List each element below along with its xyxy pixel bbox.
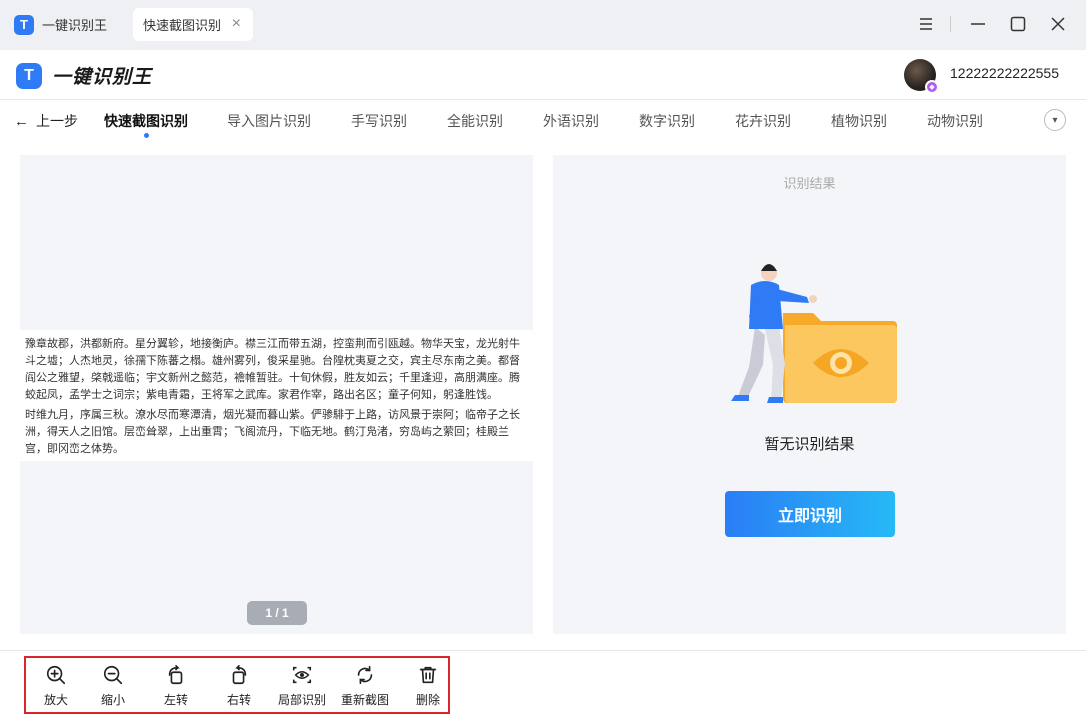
nav-item-handwriting[interactable]: 手写识别 — [351, 111, 407, 131]
rotate-right-icon — [232, 665, 247, 685]
chevron-down-icon[interactable]: ▾ — [1044, 109, 1066, 131]
delete-label: 删除 — [415, 693, 440, 707]
back-button[interactable]: ← 上一步 — [14, 111, 78, 131]
screenshot-preview-panel: 豫章故郡，洪都新府。星分翼轸，地接衡庐。襟三江而带五湖，控蛮荆而引瓯越。物华天宝… — [20, 155, 533, 634]
partial-recognize-button[interactable]: 局部识别 — [272, 664, 332, 708]
close-window-icon[interactable] — [1046, 12, 1070, 36]
app-tab-label: 一键识别王 — [42, 18, 108, 33]
minimize-icon[interactable] — [966, 12, 990, 36]
function-nav: ← 上一步 快速截图识别 导入图片识别 手写识别 全能识别 外语识别 数字识别 … — [0, 101, 1086, 139]
zoom-out-label: 缩小 — [100, 693, 125, 707]
menu-icon[interactable] — [914, 12, 938, 36]
page-indicator: 1 / 1 — [247, 601, 307, 625]
back-label: 上一步 — [36, 113, 78, 129]
title-bar: T 一键识别王 快速截图识别 × — [0, 0, 1086, 50]
nav-item-quick-screenshot[interactable]: 快速截图识别 — [104, 111, 188, 138]
zoom-out-icon — [103, 665, 123, 685]
app-logo-icon: T — [14, 14, 34, 35]
refresh-icon — [357, 665, 373, 685]
nav-item-flowers[interactable]: 花卉识别 — [735, 111, 791, 131]
app-header: T 一键识别王 ◆ 12222222222555 — [0, 50, 1086, 100]
footer-divider — [0, 650, 1086, 651]
tab-close-icon[interactable]: × — [232, 15, 241, 33]
rotate-right-label: 右转 — [226, 693, 251, 707]
maximize-icon[interactable] — [1006, 12, 1030, 36]
nav-item-all-purpose[interactable]: 全能识别 — [447, 111, 503, 131]
result-panel: 识别结果 暂无识别结果 立即识别 — [553, 155, 1066, 634]
username[interactable]: 12222222222555 — [950, 65, 1059, 81]
partial-recognize-label: 局部识别 — [277, 693, 326, 707]
empty-result-illustration — [731, 264, 897, 403]
zoom-in-button[interactable]: 放大 — [26, 664, 86, 708]
image-toolbar: 放大 缩小 左转 右转 局部识别 重新截图 删除 — [24, 656, 450, 714]
delete-button[interactable]: 删除 — [398, 664, 458, 708]
active-tab-label: 快速截图识别 — [143, 18, 222, 33]
retake-screenshot-label: 重新截图 — [340, 693, 389, 707]
brand-logo-icon: T — [16, 62, 42, 89]
nav-item-digits[interactable]: 数字识别 — [639, 111, 695, 131]
brand: T 一键识别王 — [16, 62, 152, 89]
result-title: 识别结果 — [783, 176, 836, 191]
rotate-right-button[interactable]: 右转 — [209, 664, 269, 708]
retake-screenshot-button[interactable]: 重新截图 — [335, 664, 395, 708]
arrow-left-icon: ← — [14, 112, 29, 130]
recognize-now-button[interactable]: 立即识别 — [725, 491, 895, 537]
rotate-left-button[interactable]: 左转 — [146, 664, 206, 708]
nav-item-animals[interactable]: 动物识别 — [927, 111, 983, 131]
zoom-out-button[interactable]: 缩小 — [83, 664, 143, 708]
vip-badge-icon: ◆ — [925, 80, 939, 94]
avatar[interactable]: ◆ — [904, 59, 939, 94]
rotate-left-label: 左转 — [163, 693, 188, 707]
nav-item-import-image[interactable]: 导入图片识别 — [227, 111, 311, 131]
document-paragraph: 时维九月，序属三秋。潦水尽而寒潭清，烟光凝而暮山紫。俨骖騑于上路，访风景于崇阿；… — [25, 409, 520, 455]
app-tab[interactable]: T 一键识别王 — [14, 8, 107, 41]
trash-icon — [419, 666, 437, 684]
titlebar-divider — [950, 16, 951, 32]
brand-name: 一键识别王 — [52, 67, 153, 88]
screenshot-content: 豫章故郡，洪都新府。星分翼轸，地接衡庐。襟三江而带五湖，控蛮荆而引瓯越。物华天宝… — [20, 330, 533, 461]
empty-result-text: 暂无识别结果 — [764, 436, 855, 453]
zoom-in-icon — [46, 665, 66, 685]
zoom-in-label: 放大 — [43, 693, 68, 707]
nav-item-foreign-language[interactable]: 外语识别 — [543, 111, 599, 131]
eye-scan-icon — [292, 666, 312, 684]
document-paragraph: 豫章故郡，洪都新府。星分翼轸，地接衡庐。襟三江而带五湖，控蛮荆而引瓯越。物华天宝… — [25, 338, 520, 401]
active-tab[interactable]: 快速截图识别 × — [133, 8, 253, 41]
nav-item-plants[interactable]: 植物识别 — [831, 111, 887, 131]
rotate-left-icon — [168, 665, 183, 685]
